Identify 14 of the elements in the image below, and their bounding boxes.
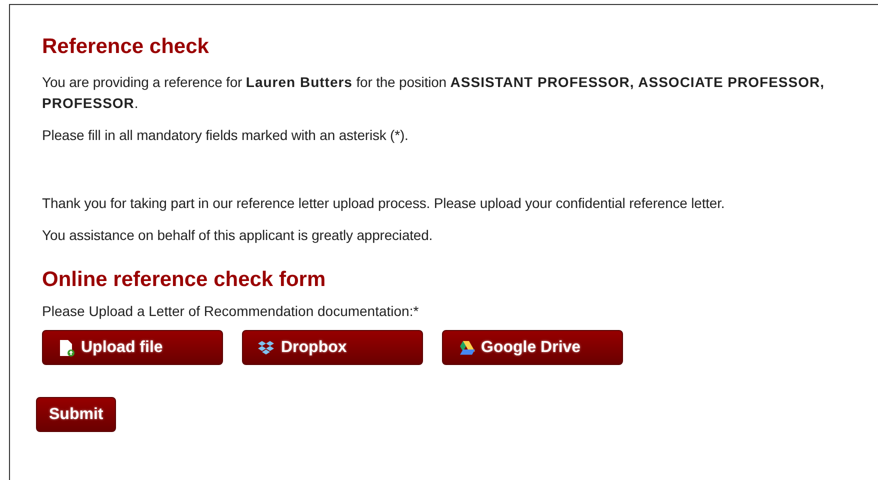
upload-label: Please Upload a Letter of Recommendation documentation:* [42, 302, 420, 322]
upload-button[interactable]: Google Drive [442, 330, 623, 366]
form-title: Online reference check form [42, 266, 327, 293]
open-box-icon [257, 338, 275, 357]
page-title: Reference check [42, 34, 210, 60]
appreciation-text: You assistance on behalf of this applicant is greatly appreciated. [42, 226, 434, 246]
thanks-text: Thank you for taking part in our reference letter upload process. Please upload your confidential reference letter. [42, 194, 726, 214]
upload-button[interactable]: Upload file [42, 330, 223, 366]
triangle-logo-icon [457, 338, 475, 357]
upload-button[interactable]: Dropbox [242, 330, 423, 366]
intro-text: You are providing a reference for Lauren Butters for the position ASSISTANT PROFESSOR, ASSOCIATE PROFESSOR, PROFESSOR. [42, 73, 826, 113]
submit-button[interactable]: Submit [36, 397, 116, 432]
file-upload-icon [57, 338, 75, 357]
mandatory-note: Please fill in all mandatory fields marked with an asterisk (*). [42, 126, 410, 145]
